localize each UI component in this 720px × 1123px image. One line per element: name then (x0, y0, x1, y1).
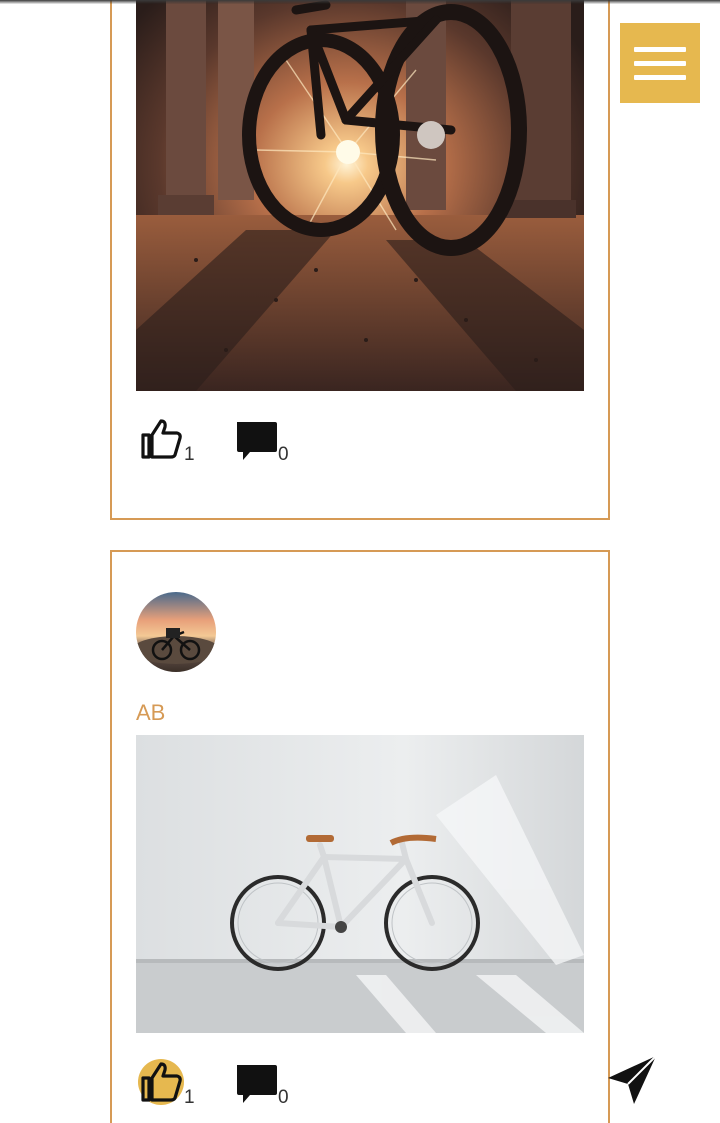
comment-bubble-icon (234, 1061, 278, 1105)
post-card: AB 1 0 (110, 550, 610, 1123)
send-button[interactable] (604, 1052, 660, 1108)
hamburger-menu-icon-bar (634, 60, 686, 66)
avatar[interactable] (136, 592, 216, 672)
post-image[interactable] (136, 735, 584, 1033)
like-button[interactable]: 1 (138, 416, 234, 465)
comment-count: 0 (278, 444, 289, 465)
menu-button[interactable] (620, 23, 700, 103)
send-icon (608, 1055, 657, 1104)
comment-bubble-icon (234, 418, 278, 462)
bicycle-sunset-photo (136, 0, 584, 391)
comment-button[interactable]: 0 (234, 1061, 289, 1108)
post-actions: 1 0 (138, 1057, 289, 1108)
white-bicycle-photo (136, 735, 584, 1033)
thumbs-up-icon (138, 416, 184, 462)
like-count: 1 (184, 1087, 195, 1108)
thumbs-up-icon (138, 1059, 184, 1105)
author-name[interactable]: AB (136, 700, 165, 726)
post-actions: 1 0 (138, 414, 289, 465)
like-button[interactable]: 1 (138, 1059, 234, 1108)
comment-button[interactable]: 0 (234, 418, 289, 465)
hamburger-menu-icon (634, 46, 686, 52)
post-card: 1 0 (110, 0, 610, 520)
comment-count: 0 (278, 1087, 289, 1108)
post-image[interactable] (136, 0, 584, 391)
like-count: 1 (184, 444, 195, 465)
top-shadow (0, 0, 720, 4)
avatar-photo (136, 592, 216, 672)
hamburger-menu-icon-bar (634, 74, 686, 80)
